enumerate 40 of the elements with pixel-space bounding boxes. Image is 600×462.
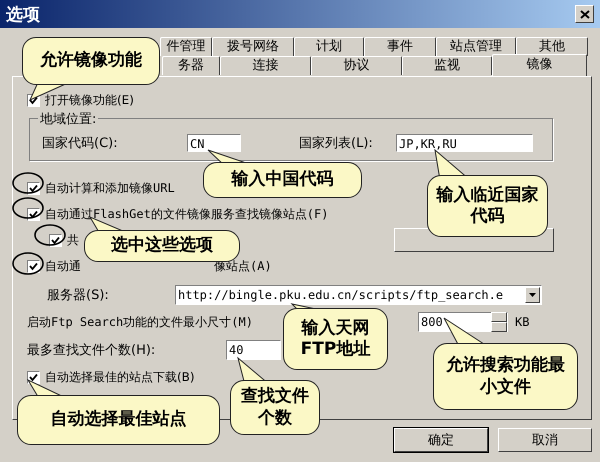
close-icon [580, 10, 590, 18]
dialog-button[interactable]: 确定 [394, 428, 488, 452]
tab[interactable]: 镜像 [492, 54, 587, 76]
tab[interactable]: 连接 [220, 56, 311, 75]
checkbox-label: 自动通过FlashGet的文件镜像服务查找镜像站点(F) [45, 206, 328, 222]
tab[interactable]: 监视 [402, 56, 492, 75]
dropdown-arrow-icon [529, 293, 536, 297]
window-title: 选项 [6, 4, 40, 26]
field-label: 国家代码(C): [42, 134, 119, 152]
highlight-ellipse [12, 172, 44, 194]
checkbox-label: 自动通 [45, 258, 81, 274]
dropdown[interactable]: http://bingle.pku.edu.cn/scripts/ftp_search.e [175, 285, 542, 305]
tab[interactable]: 拨号网络 [212, 37, 294, 56]
input-field[interactable]: JP,KR,RU [396, 134, 533, 152]
field-label: 国家列表(L): [299, 134, 374, 152]
field-label: 最多查找文件个数(H): [27, 342, 156, 359]
tab[interactable]: 协议 [311, 56, 402, 75]
dialog-button[interactable]: 取消 [498, 428, 592, 452]
field-label: 服务器(S): [47, 287, 110, 304]
highlight-ellipse [34, 224, 66, 246]
highlight-ellipse [12, 252, 44, 275]
checkbox-label: 自动选择最佳的站点下载(B) [45, 369, 195, 386]
spin-box[interactable]: 40 [226, 340, 281, 360]
unit-label: KB [515, 315, 530, 329]
group-title: 地域位置: [38, 110, 98, 128]
input-field[interactable]: CN [187, 134, 241, 152]
close-button[interactable] [575, 5, 594, 23]
spin-box[interactable]: 800 [418, 312, 508, 332]
highlight-ellipse [12, 197, 44, 219]
checkbox-label: 共 [67, 232, 79, 248]
tab[interactable]: 其他 [516, 37, 588, 56]
tab[interactable]: 站点管理 [436, 37, 516, 56]
tab[interactable]: 事件 [364, 37, 436, 56]
checkbox-label: 打开镜像功能(E) [45, 92, 134, 108]
checkbox[interactable] [27, 260, 40, 272]
tab[interactable]: 务器 [162, 56, 220, 75]
tab[interactable]: 计划 [294, 37, 364, 56]
field-label: 启动Ftp Search功能的文件最小尺寸(M) [27, 314, 253, 328]
tab[interactable]: 件管理 [160, 37, 212, 56]
checkbox-label: 自动计算和添加镜像URL [45, 180, 175, 196]
